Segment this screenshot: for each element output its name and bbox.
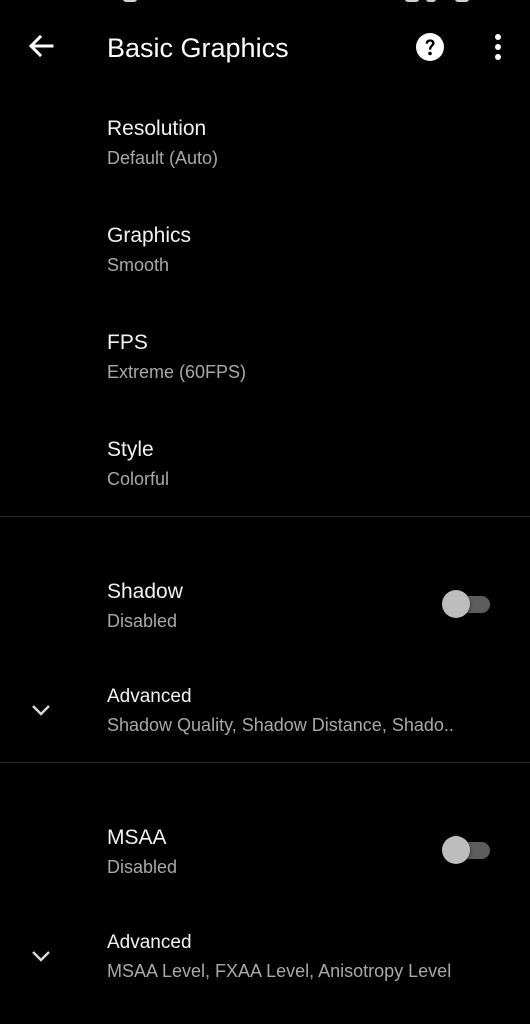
pref-summary: Disabled [107,857,178,877]
divider [0,516,530,517]
pref-summary: Default (Auto) [107,148,219,168]
pref-graphics[interactable]: Graphics Smooth [0,217,530,289]
pref-summary: Disabled [107,611,178,631]
pref-summary: Smooth [107,255,170,275]
chevron-down-icon [32,705,50,716]
pref-title: MSAA [107,826,167,849]
pref-msaa[interactable]: MSAA Disabled [0,819,530,891]
divider [0,762,530,763]
pref-title: Shadow [107,580,183,603]
pref-title: Advanced [107,686,192,707]
shadow-switch[interactable] [442,588,492,620]
pref-shadow-advanced[interactable]: Advanced Shadow Quality, Shadow Distance… [0,678,530,750]
pref-title: Style [107,438,154,461]
chevron-down-icon [32,951,50,962]
page-title: Basic Graphics [107,33,289,63]
pref-summary: MSAA Level, FXAA Level, Anisotropy Level [107,961,452,981]
msaa-switch[interactable] [442,834,492,866]
pref-title: FPS [107,331,148,354]
pref-shadow[interactable]: Shadow Disabled [0,573,530,645]
pref-resolution[interactable]: Resolution Default (Auto) [0,110,530,182]
switch-thumb [442,590,470,618]
pref-summary: Extreme (60FPS) [107,362,247,382]
switch-thumb [442,836,470,864]
pref-title: Graphics [107,224,192,247]
pref-summary: Colorful [107,469,170,489]
pref-style[interactable]: Style Colorful [0,431,530,503]
more-vert-icon[interactable] [486,32,510,62]
pref-fps[interactable]: FPS Extreme (60FPS) [0,324,530,396]
arrow-left-icon[interactable] [25,30,57,62]
pref-summary: Shadow Quality, Shadow Distance, Shado.. [107,715,454,735]
pref-msaa-advanced[interactable]: Advanced MSAA Level, FXAA Level, Anisotr… [0,924,530,996]
app-bar: Basic Graphics [0,0,530,96]
help-circle-icon[interactable] [415,32,445,62]
pref-title: Resolution [107,117,207,140]
pref-title: Advanced [107,932,192,953]
